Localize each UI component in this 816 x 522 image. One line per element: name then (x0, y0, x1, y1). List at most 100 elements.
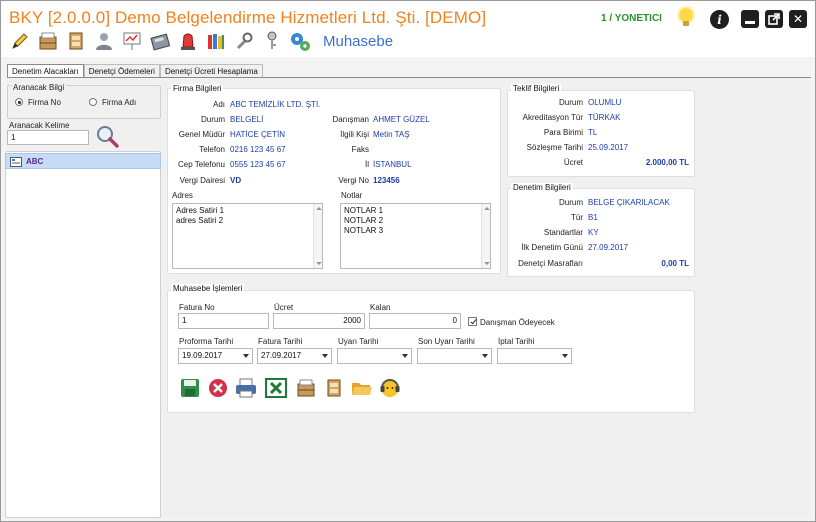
open-folder-button[interactable] (351, 377, 373, 399)
vergi-dairesi-label: Vergi Dairesi (179, 176, 225, 185)
info-icon[interactable]: i (710, 10, 729, 29)
chevron-down-icon (562, 354, 568, 358)
drawer-icon[interactable] (65, 30, 87, 52)
firma-bilgileri-title: Firma Bilgileri (171, 84, 224, 93)
app-window: BKY [2.0.0.0] Demo Belgelendirme Hizmetl… (0, 0, 816, 522)
teklif-ucret-label: Ücret (563, 158, 583, 167)
notlar-label: Notlar (341, 191, 363, 200)
genel-mudur-value: HATİCE ÇETİN (230, 130, 285, 139)
excel-icon (265, 378, 287, 398)
print-button[interactable] (235, 377, 257, 399)
maximize-button[interactable] (765, 10, 783, 28)
notlar-line-3: NOTLAR 3 (344, 226, 384, 235)
tab-denetci-odemeleri[interactable]: Denetçi Ödemeleri (83, 64, 160, 78)
beacon-icon[interactable] (177, 30, 199, 52)
title-bar: BKY [2.0.0.0] Demo Belgelendirme Hizmetl… (1, 1, 815, 57)
adres-textarea[interactable]: Adres Satiri 1 adres Satiri 2 (172, 203, 323, 269)
keyword-input[interactable]: 1 (7, 130, 89, 145)
vergi-no-value: 123456 (373, 176, 400, 185)
ilk-denetim-gunu-label: İlk Denetim Günü (521, 243, 583, 252)
excel-button[interactable] (265, 377, 287, 399)
search-button[interactable] (94, 124, 120, 148)
akreditasyon-label: Akreditasyon Tür (522, 113, 583, 122)
iptal-tarihi-select[interactable] (497, 348, 572, 364)
books-icon[interactable] (205, 30, 227, 52)
drawer-icon (327, 379, 341, 397)
adres-line-1: Adres Satiri 1 (176, 206, 225, 215)
current-user: 1 / YONETICI (601, 13, 662, 24)
list-item-label: ABC (26, 157, 44, 166)
muhasebe-islemleri-title: Muhasebe İşlemleri (171, 284, 245, 293)
firma-durum-value: BELGELİ (230, 115, 264, 124)
folder-icon (352, 383, 372, 395)
fatura-no-label: Fatura No (179, 303, 215, 312)
archive-button[interactable] (295, 377, 317, 399)
ilk-denetim-gunu-value: 27.09.2017 (588, 243, 629, 252)
uyari-tarihi-select[interactable] (337, 348, 412, 364)
notlar-line-1: NOTLAR 1 (344, 206, 384, 215)
kalan-input[interactable]: 0 (369, 313, 461, 329)
son-uyari-tarihi-select[interactable] (417, 348, 492, 364)
fatura-tarihi-select[interactable]: 27.09.2017 (257, 348, 332, 364)
genel-mudur-label: Genel Müdür (178, 130, 225, 139)
teklif-bilgileri-title: Teklif Bilgileri (511, 84, 562, 93)
danisman-label: Danışman (332, 115, 369, 124)
denetci-masraflari-value: 0,00 TL (661, 259, 689, 268)
notlar-scrollbar[interactable] (481, 204, 490, 268)
results-list[interactable] (5, 151, 161, 518)
search-icon (97, 126, 119, 148)
user-icon[interactable] (93, 30, 115, 52)
keyword-label: Aranacak Kelime (9, 121, 70, 130)
adres-scrollbar[interactable] (313, 204, 322, 268)
firma-durum-label: Durum (200, 115, 225, 124)
standartlar-label: Standartlar (543, 228, 583, 237)
save-button[interactable] (179, 377, 201, 399)
teklif-durum-value: OLUMLU (588, 98, 622, 107)
vergi-dairesi-value: VD (230, 176, 242, 185)
denetim-durum-value: BELGE ÇIKARILACAK (588, 198, 670, 207)
danisman-value: AHMET GÜZEL (373, 115, 430, 124)
sozlesme-tarihi-label: Sözleşme Tarihi (526, 143, 583, 152)
drawer-button[interactable] (323, 377, 345, 399)
fatura-tarihi-label: Fatura Tarihi (258, 337, 303, 346)
proforma-tarihi-value: 19.09.2017 (182, 351, 223, 360)
danisman-odeyecek-checkbox[interactable] (468, 317, 477, 326)
calculator-icon[interactable] (149, 30, 171, 52)
support-button[interactable] (379, 377, 401, 399)
delete-button[interactable] (207, 377, 229, 399)
tab-denetci-ucreti-hesaplama[interactable]: Denetçi Ücreti Hesaplama (159, 64, 263, 78)
fatura-no-input[interactable]: 1 (178, 313, 269, 329)
sozlesme-tarihi-value: 25.09.2017 (588, 143, 629, 152)
firma-adi-label: Adı (212, 100, 225, 109)
firma-adi-value: ABC TEMİZLİK LTD. ŞTİ. (230, 100, 321, 109)
lightbulb-icon[interactable] (679, 8, 693, 26)
gears-icon[interactable] (289, 30, 311, 52)
il-value: İSTANBUL (373, 160, 412, 169)
standartlar-value: KY (588, 228, 599, 237)
cabinet-icon (297, 379, 315, 397)
para-birimi-label: Para Birimi (543, 128, 583, 137)
notlar-textarea[interactable]: NOTLAR 1 NOTLAR 2 NOTLAR 3 (340, 203, 491, 269)
para-birimi-value: TL (588, 128, 598, 137)
proforma-tarihi-select[interactable]: 19.09.2017 (178, 348, 253, 364)
minimize-button[interactable] (741, 10, 759, 28)
list-item[interactable]: ABC (5, 153, 161, 169)
radio-firma-no[interactable] (15, 98, 23, 106)
danisman-odeyecek-label: Danışman Ödeyecek (480, 318, 555, 327)
minimize-icon (745, 20, 755, 24)
cabinet-icon[interactable] (37, 30, 59, 52)
main-toolbar (9, 29, 311, 53)
save-icon (181, 379, 199, 397)
tools-icon[interactable] (233, 30, 255, 52)
ucret-input[interactable]: 2000 (273, 313, 365, 329)
company-icon (10, 157, 22, 167)
pencil-icon[interactable] (9, 30, 31, 52)
teklif-durum-label: Durum (558, 98, 583, 107)
telefon-value: 0216 123 45 67 (230, 145, 286, 154)
key-icon[interactable] (261, 30, 283, 52)
presentation-icon[interactable] (121, 30, 143, 52)
close-button[interactable]: ✕ (789, 10, 807, 28)
tab-denetim-alacaklari[interactable]: Denetim Alacakları (7, 64, 84, 78)
radio-firma-adi[interactable] (89, 98, 97, 106)
module-title: Muhasebe (323, 33, 394, 50)
